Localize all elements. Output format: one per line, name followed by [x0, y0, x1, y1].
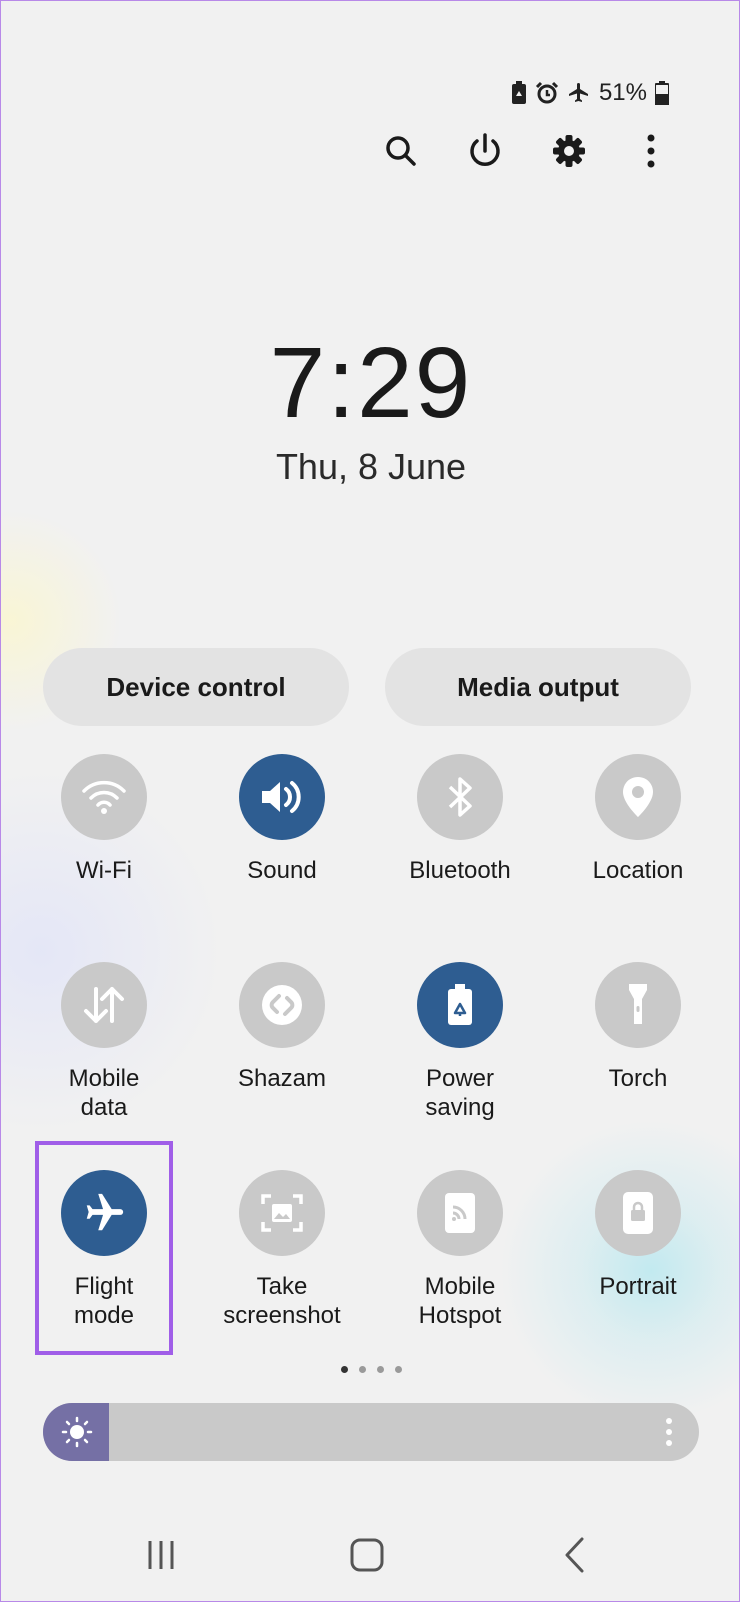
navigation-bar — [1, 1531, 740, 1579]
page-dot-1[interactable] — [340, 1366, 348, 1373]
device-control-button[interactable]: Device control — [43, 648, 349, 726]
quick-panel: 51% 7:29 Thu, 8 June Device control Medi… — [0, 0, 740, 1602]
tile-mobile-data[interactable]: Mobile data — [19, 962, 189, 1122]
page-dot-4[interactable] — [394, 1366, 402, 1373]
tile-mobile-hotspot-toggle[interactable] — [417, 1170, 503, 1256]
location-icon — [623, 777, 653, 817]
brightness-fill[interactable] — [43, 1403, 109, 1461]
home-icon — [350, 1538, 384, 1572]
settings-button[interactable] — [547, 129, 591, 173]
tile-mobile-data-label: Mobile data — [68, 1065, 140, 1121]
tile-shazam-toggle[interactable] — [239, 962, 325, 1048]
screenshot-icon — [261, 1194, 303, 1232]
brightness-slider[interactable] — [43, 1403, 699, 1461]
tile-location-label: Location — [592, 857, 684, 884]
sun-icon — [61, 1416, 93, 1448]
tile-torch[interactable]: Torch — [553, 962, 723, 1093]
flight-mode-highlight — [35, 1141, 173, 1355]
bluetooth-icon — [448, 777, 472, 817]
mobile-data-icon — [84, 987, 124, 1023]
more-options-button[interactable] — [629, 129, 673, 173]
tile-mobile-hotspot[interactable]: Mobile Hotspot — [375, 1170, 545, 1330]
tile-location[interactable]: Location — [553, 754, 723, 885]
tile-take-screenshot[interactable]: Take screenshot — [197, 1170, 367, 1330]
home-button[interactable] — [343, 1531, 391, 1579]
airplane-icon — [567, 81, 591, 105]
tile-portrait-toggle[interactable] — [595, 1170, 681, 1256]
brightness-more-button[interactable] — [665, 1417, 673, 1452]
recent-apps-button[interactable] — [137, 1531, 185, 1579]
alarm-icon — [535, 81, 559, 105]
tile-mobile-data-toggle[interactable] — [61, 962, 147, 1048]
sound-icon — [262, 781, 301, 813]
tile-power-saving-label: Power saving — [425, 1065, 495, 1121]
power-saving-icon — [511, 81, 527, 105]
battery-icon — [655, 81, 669, 105]
tile-take-screenshot-toggle[interactable] — [239, 1170, 325, 1256]
search-button[interactable] — [379, 129, 423, 173]
power-button[interactable] — [463, 129, 507, 173]
more-options-icon — [647, 134, 655, 168]
tile-portrait[interactable]: Portrait — [553, 1170, 723, 1301]
tile-wifi-toggle[interactable] — [61, 754, 147, 840]
tile-bluetooth-label: Bluetooth — [409, 857, 511, 884]
tile-portrait-label: Portrait — [599, 1273, 677, 1300]
settings-icon — [553, 135, 585, 167]
tile-mobile-hotspot-label: Mobile Hotspot — [418, 1273, 502, 1329]
tile-wifi-label: Wi-Fi — [76, 857, 132, 884]
tile-sound-toggle[interactable] — [239, 754, 325, 840]
tile-bluetooth[interactable]: Bluetooth — [375, 754, 545, 885]
more-options-icon — [666, 1418, 672, 1446]
quick-panel-toolbar — [1, 129, 740, 173]
power-saving-icon — [448, 984, 472, 1025]
tile-sound[interactable]: Sound — [197, 754, 367, 885]
tile-power-saving[interactable]: Power saving — [375, 962, 545, 1122]
tile-location-toggle[interactable] — [595, 754, 681, 840]
tile-power-saving-toggle[interactable] — [417, 962, 503, 1048]
wifi-icon — [82, 780, 126, 814]
status-bar: 51% — [511, 79, 669, 107]
hotspot-icon — [445, 1193, 475, 1233]
page-dot-3[interactable] — [376, 1366, 384, 1373]
page-dot-2[interactable] — [358, 1366, 366, 1373]
tile-bluetooth-toggle[interactable] — [417, 754, 503, 840]
back-icon — [565, 1537, 584, 1573]
portrait-lock-icon — [623, 1192, 653, 1234]
search-icon — [386, 136, 416, 166]
back-button[interactable] — [551, 1531, 599, 1579]
tile-shazam-label: Shazam — [237, 1065, 327, 1092]
recent-apps-icon — [148, 1541, 174, 1569]
media-output-button[interactable]: Media output — [385, 648, 691, 726]
shazam-icon — [262, 985, 302, 1025]
tile-wifi[interactable]: Wi-Fi — [19, 754, 189, 885]
battery-percent: 51% — [598, 79, 647, 106]
clock-date[interactable]: Thu, 8 June — [1, 446, 740, 488]
tile-torch-label: Torch — [608, 1065, 668, 1092]
torch-icon — [629, 984, 647, 1024]
tile-torch-toggle[interactable] — [595, 962, 681, 1048]
page-indicator — [1, 1366, 740, 1373]
clock-time[interactable]: 7:29 — [1, 326, 740, 441]
power-icon — [470, 133, 500, 166]
tile-take-screenshot-label: Take screenshot — [223, 1273, 341, 1329]
tile-sound-label: Sound — [247, 857, 317, 884]
tile-shazam[interactable]: Shazam — [197, 962, 367, 1093]
